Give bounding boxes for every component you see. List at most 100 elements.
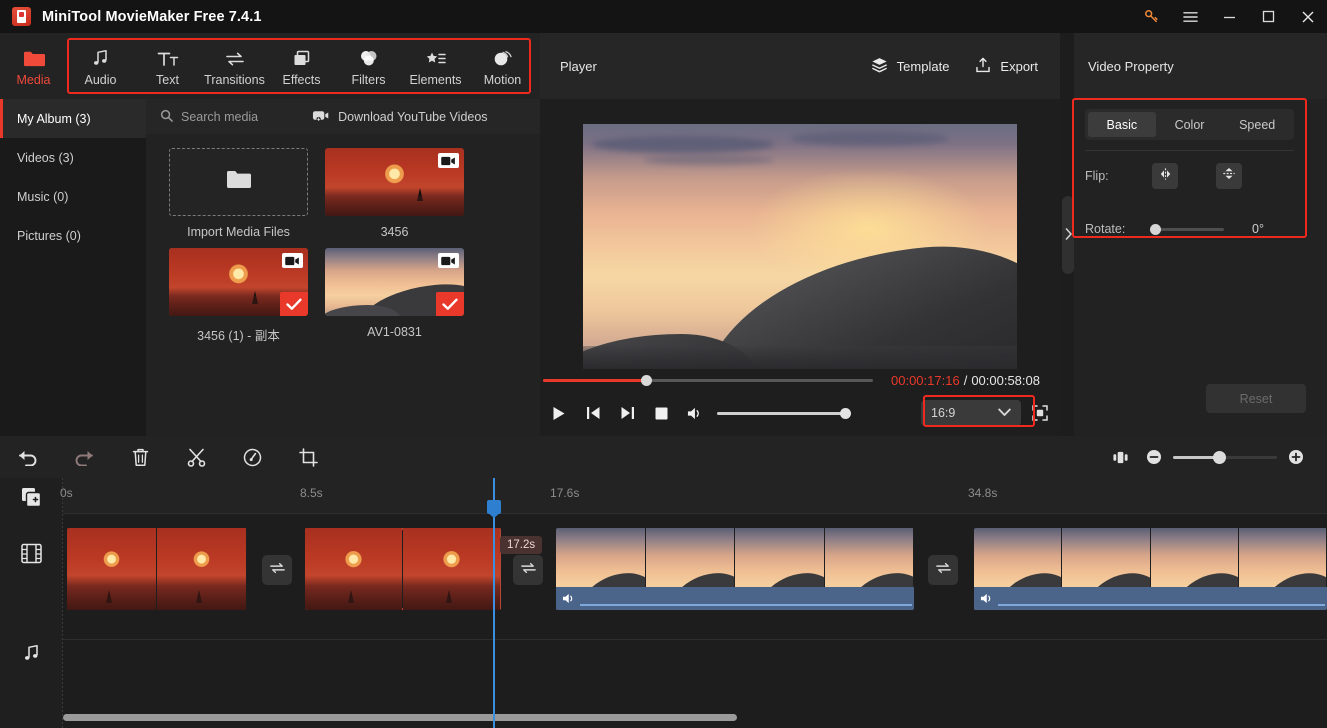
property-tabs: Basic Color Speed <box>1085 109 1294 140</box>
transition-slot[interactable] <box>513 555 543 585</box>
timeline-clip[interactable] <box>974 528 1327 610</box>
zoom-in-button[interactable] <box>1279 440 1313 474</box>
tab-effects[interactable]: Effects <box>268 33 335 99</box>
split-button[interactable] <box>168 436 224 478</box>
clip-audio-strip[interactable] <box>974 587 1327 610</box>
search-input[interactable]: Search media <box>160 109 258 125</box>
fit-to-screen-icon[interactable] <box>1103 440 1137 474</box>
playhead[interactable] <box>487 478 501 728</box>
speaker-icon[interactable] <box>562 592 577 605</box>
media-thumbnail[interactable] <box>325 248 464 316</box>
flip-horizontal-button[interactable] <box>1152 163 1178 189</box>
delete-button[interactable] <box>112 436 168 478</box>
media-thumbnail[interactable] <box>325 148 464 216</box>
media-thumbnail[interactable] <box>169 248 308 316</box>
effects-icon <box>292 46 312 68</box>
reset-button[interactable]: Reset <box>1206 384 1306 413</box>
hamburger-menu-icon[interactable] <box>1171 0 1210 33</box>
maximize-icon[interactable] <box>1249 0 1288 33</box>
timeline-zoom-controls <box>1103 440 1313 474</box>
clip-frame <box>403 528 501 610</box>
rotate-handle[interactable] <box>1150 223 1161 235</box>
media-item[interactable]: 3456 (1) - 副本 <box>169 248 308 344</box>
track-header-column <box>0 478 63 728</box>
download-youtube-button[interactable]: Download YouTube Videos <box>312 109 488 125</box>
timeline-ruler[interactable]: 0s 8.5s 17.6s 34.8s <box>60 478 1327 513</box>
tab-filters[interactable]: Filters <box>335 33 402 99</box>
skip-next-button[interactable] <box>610 396 644 430</box>
timeline-zoom-slider[interactable] <box>1173 450 1277 464</box>
tab-basic[interactable]: Basic <box>1088 112 1156 137</box>
volume-handle[interactable] <box>840 407 851 419</box>
minimize-icon[interactable] <box>1210 0 1249 33</box>
playhead-handle[interactable] <box>487 500 501 518</box>
undo-button[interactable] <box>0 436 56 478</box>
export-upload-icon <box>975 57 991 76</box>
stop-button[interactable] <box>644 396 678 430</box>
key-icon[interactable] <box>1132 0 1171 33</box>
flip-vertical-button[interactable] <box>1216 163 1242 189</box>
player-controls: 00:00:17:16 / 00:00:58:08 16:9 <box>540 373 1060 436</box>
timeline-horizontal-scrollbar[interactable] <box>63 714 737 721</box>
clip-audio-strip[interactable] <box>556 587 914 610</box>
import-media-dropzone[interactable] <box>169 148 308 216</box>
template-button[interactable]: Template <box>871 57 949 76</box>
flip-row: Flip: <box>1085 163 1242 189</box>
playback-seek-slider[interactable] <box>543 374 873 386</box>
import-media-cell[interactable]: Import Media Files <box>169 148 308 239</box>
sidebar-item-videos[interactable]: Videos (3) <box>0 138 146 177</box>
video-preview-area[interactable] <box>540 99 1060 393</box>
transition-slot[interactable] <box>928 555 958 585</box>
media-item[interactable]: 3456 <box>325 148 464 239</box>
add-media-icon[interactable] <box>0 483 63 511</box>
timeline-clip[interactable] <box>556 528 914 610</box>
export-button[interactable]: Export <box>975 57 1038 76</box>
speaker-icon[interactable] <box>980 592 995 605</box>
media-selected-check-icon[interactable] <box>280 292 308 316</box>
music-note-icon <box>91 46 111 68</box>
fullscreen-icon[interactable] <box>1032 405 1048 421</box>
media-item[interactable]: AV1-0831 <box>325 248 464 344</box>
tab-text[interactable]: Text <box>134 33 201 99</box>
tab-elements[interactable]: Elements <box>402 33 469 99</box>
skip-previous-button[interactable] <box>576 396 610 430</box>
seek-handle[interactable] <box>641 374 652 386</box>
tab-transitions[interactable]: Transitions <box>201 33 268 99</box>
tab-label: Text <box>156 72 179 87</box>
crop-button[interactable] <box>280 436 336 478</box>
close-icon[interactable] <box>1288 0 1327 33</box>
volume-slider[interactable] <box>717 407 851 419</box>
text-icon <box>157 46 179 68</box>
sidebar-item-music[interactable]: Music (0) <box>0 177 146 216</box>
tab-motion[interactable]: Motion <box>469 33 536 99</box>
music-note-icon[interactable] <box>0 638 63 668</box>
transition-slot[interactable] <box>262 555 292 585</box>
play-button[interactable] <box>542 396 576 430</box>
tab-speed[interactable]: Speed <box>1223 112 1291 137</box>
redo-button[interactable] <box>56 436 112 478</box>
video-badge-icon <box>438 153 459 168</box>
speed-button[interactable] <box>224 436 280 478</box>
timeline-clip[interactable] <box>67 528 247 610</box>
zoom-handle[interactable] <box>1213 450 1226 464</box>
tab-media[interactable]: Media <box>0 33 67 99</box>
zoom-out-button[interactable] <box>1137 440 1171 474</box>
sidebar-item-my-album[interactable]: My Album (3) <box>0 99 146 138</box>
flip-label: Flip: <box>1085 169 1109 183</box>
clip-frame <box>67 528 157 610</box>
transition-icon <box>520 561 537 580</box>
aspect-ratio-select[interactable]: 16:9 <box>921 400 1021 426</box>
film-icon[interactable] <box>0 538 63 568</box>
tab-audio[interactable]: Audio <box>67 33 134 99</box>
timeline-clip[interactable] <box>305 528 501 610</box>
youtube-download-icon <box>312 109 329 125</box>
timeline-toolbar <box>0 436 1327 478</box>
download-youtube-label: Download YouTube Videos <box>338 109 488 124</box>
tab-label: Basic <box>1106 117 1138 132</box>
rotate-slider[interactable] <box>1150 223 1224 235</box>
volume-button[interactable] <box>678 396 712 430</box>
media-selected-check-icon[interactable] <box>436 292 464 316</box>
app-logo-icon <box>12 7 31 26</box>
tab-color[interactable]: Color <box>1156 112 1224 137</box>
sidebar-item-pictures[interactable]: Pictures (0) <box>0 216 146 255</box>
